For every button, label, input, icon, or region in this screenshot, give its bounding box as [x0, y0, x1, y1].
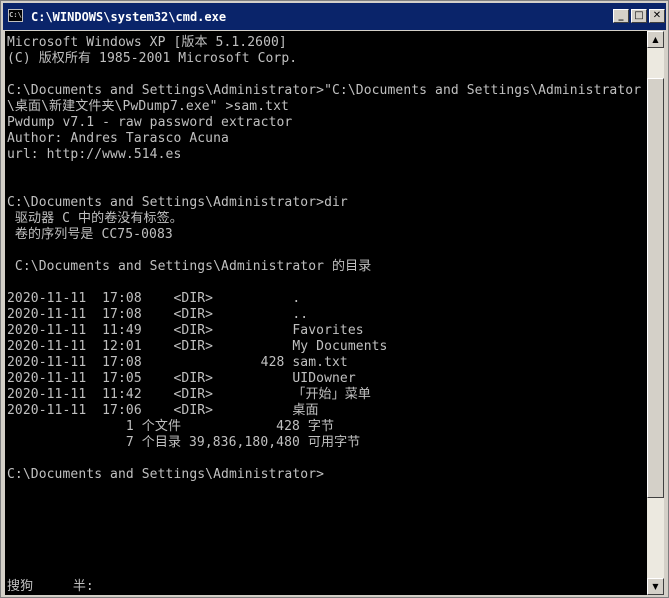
- console-line: 卷的序列号是 CC75-0083: [7, 227, 173, 242]
- console-line: 搜狗 半:: [7, 579, 94, 594]
- console-line: C:\Documents and Settings\Administrator>…: [7, 195, 348, 210]
- console-line: 2020-11-11 12:01 <DIR> My Documents: [7, 339, 388, 354]
- console-line: 2020-11-11 11:49 <DIR> Favorites: [7, 323, 364, 338]
- console-line: 7 个目录 39,836,180,480 可用字节: [7, 435, 361, 450]
- cmd-icon[interactable]: C:\: [8, 9, 23, 22]
- console-line: C:\Documents and Settings\Administrator>…: [7, 83, 642, 98]
- window-title: C:\WINDOWS\system32\cmd.exe: [31, 10, 227, 24]
- scroll-down-button[interactable]: ▼: [647, 578, 664, 595]
- console-line: 2020-11-11 17:08 <DIR> .: [7, 291, 301, 306]
- console-line: 2020-11-11 17:08 428 sam.txt: [7, 355, 348, 370]
- console-line: C:\Documents and Settings\Administrator>: [7, 467, 325, 482]
- scroll-thumb[interactable]: [647, 78, 664, 498]
- console-line: (C) 版权所有 1985-2001 Microsoft Corp.: [7, 51, 298, 66]
- maximize-button[interactable]: □: [631, 9, 647, 23]
- close-button[interactable]: ✕: [649, 9, 665, 23]
- console-line: C:\Documents and Settings\Administrator …: [7, 259, 372, 274]
- vertical-scrollbar[interactable]: ▲ ▼: [647, 31, 664, 595]
- console-line: 1 个文件 428 字节: [7, 419, 335, 434]
- console-line: Author: Andres Tarasco Acuna: [7, 131, 229, 146]
- console-line: url: http://www.514.es: [7, 147, 182, 162]
- console-line: \桌面\新建文件夹\PwDump7.exe" >sam.txt: [7, 99, 289, 114]
- console-line: 驱动器 C 中的卷没有标签。: [7, 211, 183, 226]
- minimize-button[interactable]: _: [613, 9, 629, 23]
- console-line: 2020-11-11 17:06 <DIR> 桌面: [7, 403, 319, 418]
- console-line: 2020-11-11 17:08 <DIR> ..: [7, 307, 309, 322]
- console-line: Microsoft Windows XP [版本 5.1.2600]: [7, 35, 287, 50]
- console-output[interactable]: Microsoft Windows XP [版本 5.1.2600] (C) 版权…: [5, 31, 647, 595]
- cmd-window: C:\ C:\WINDOWS\system32\cmd.exe _ □ ✕ Mi…: [0, 0, 669, 598]
- console-line: 2020-11-11 11:42 <DIR> 「开始」菜单: [7, 387, 371, 402]
- scroll-up-button[interactable]: ▲: [647, 31, 664, 48]
- title-bar[interactable]: C:\ C:\WINDOWS\system32\cmd.exe _ □ ✕: [3, 3, 666, 30]
- console-line: 2020-11-11 17:05 <DIR> UIDowner: [7, 371, 356, 386]
- console-line: Pwdump v7.1 - raw password extractor: [7, 115, 293, 130]
